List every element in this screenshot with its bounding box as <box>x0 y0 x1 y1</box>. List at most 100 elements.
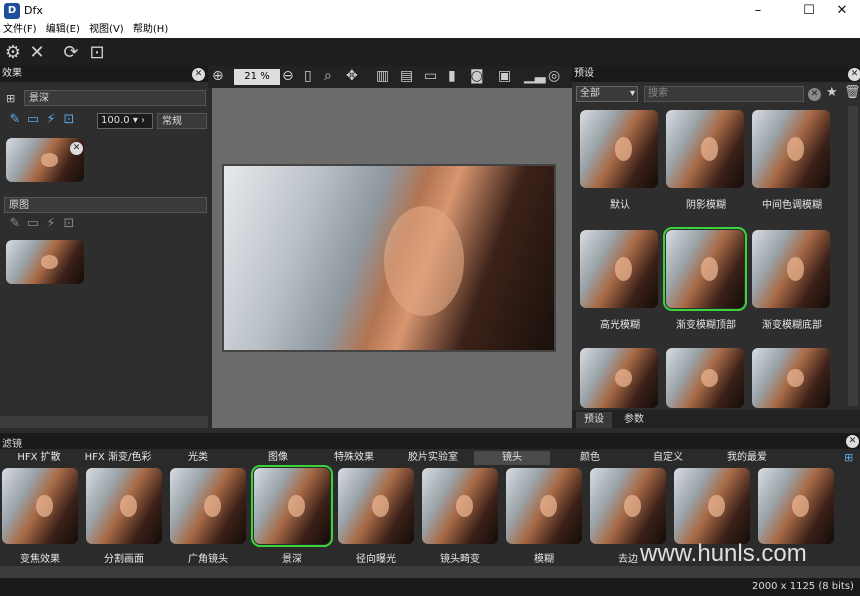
pan-icon[interactable]: ✥ <box>346 68 364 84</box>
preset-thumb[interactable] <box>666 348 744 408</box>
preset-thumb-selected[interactable] <box>663 227 747 311</box>
horizontal-split-icon[interactable]: ▭ <box>424 68 442 84</box>
minimize-button[interactable]: – <box>738 0 778 22</box>
fit-frame-icon[interactable]: ⊡ <box>86 42 108 64</box>
refresh-icon[interactable]: ⟳ <box>60 42 82 64</box>
amount-value: 100.0 <box>101 115 130 126</box>
remove-effect-icon[interactable]: ✕ <box>70 142 83 155</box>
split-view-icon[interactable]: ▥ <box>376 68 394 84</box>
filter-scrollbar[interactable] <box>0 566 860 578</box>
presets-scrollbar[interactable] <box>848 106 858 406</box>
edit-icon-2[interactable]: ✎ <box>6 216 24 232</box>
monitor-icon-2[interactable]: ▭ <box>24 216 42 232</box>
category-image[interactable]: 图像 <box>250 451 306 465</box>
preset-thumb[interactable] <box>580 230 658 308</box>
tab-presets[interactable]: 预设 <box>576 412 612 428</box>
monitor-icon[interactable]: ▭ <box>24 112 42 128</box>
close-x-icon[interactable]: ✕ <box>26 42 48 64</box>
filter-thumb-selected[interactable] <box>251 465 333 547</box>
fit-icon[interactable]: ▯ <box>304 68 322 84</box>
preset-thumb[interactable] <box>580 110 658 188</box>
face-shape <box>384 206 464 316</box>
filter-thumb[interactable] <box>590 468 666 544</box>
category-special[interactable]: 特殊效果 <box>326 451 382 465</box>
filter-thumb[interactable] <box>2 468 78 544</box>
filter-label: 模糊 <box>534 554 554 565</box>
category-film-lab[interactable]: 胶片实验室 <box>400 451 466 465</box>
close-effects-icon[interactable]: ✕ <box>192 68 205 81</box>
close-presets-icon[interactable]: ✕ <box>848 68 860 81</box>
preset-thumb[interactable] <box>666 110 744 188</box>
preset-label: 高光模糊 <box>600 320 640 331</box>
filter-thumb[interactable] <box>338 468 414 544</box>
status-bar: 2000 x 1125 (8 bits) <box>0 578 860 596</box>
favorite-star-icon[interactable]: ★ <box>826 85 838 100</box>
menu-edit[interactable]: 编辑(E) <box>43 22 83 38</box>
category-light[interactable]: 光类 <box>170 451 226 465</box>
presets-panel: 预设 ✕ 全部 ▾ 搜索 ✕ ★ 🗑 默认 阴影模糊 中间色调模糊 高光模糊 渐变… <box>572 66 860 428</box>
category-color[interactable]: 颜色 <box>562 451 618 465</box>
preset-search-input[interactable]: 搜索 <box>644 86 804 102</box>
effects-scrollbar[interactable] <box>0 416 208 428</box>
close-filters-icon[interactable]: ✕ <box>846 435 859 448</box>
original-thumbnail[interactable] <box>6 240 84 284</box>
filter-thumb[interactable] <box>422 468 498 544</box>
add-layer-icon[interactable]: ⊞ <box>6 92 22 106</box>
compare-icon[interactable]: ▤ <box>400 68 418 84</box>
zoom-level[interactable]: 21 % <box>234 69 280 85</box>
preset-filter-value: 全部 <box>580 88 600 99</box>
menu-view[interactable]: 视图(V) <box>86 22 127 38</box>
image-size-status: 2000 x 1125 (8 bits) <box>752 581 854 592</box>
menu-help[interactable]: 帮助(H) <box>130 22 171 38</box>
category-custom[interactable]: 自定义 <box>638 451 698 465</box>
single-view-icon[interactable]: ▮ <box>448 68 466 84</box>
gear-icon[interactable]: ⚙ <box>2 42 24 64</box>
grid-view-icon[interactable]: ⊞ <box>844 451 853 464</box>
preset-thumb[interactable] <box>752 230 830 308</box>
effects-title: 效果 <box>2 68 22 79</box>
zoom-out-icon[interactable]: ⊖ <box>282 68 300 84</box>
main-image[interactable] <box>222 164 556 352</box>
chevron-down-icon: ▾ <box>629 88 635 99</box>
filter-thumb[interactable] <box>86 468 162 544</box>
filters-header: 滤镜 ✕ <box>0 433 860 450</box>
filter-thumb[interactable] <box>506 468 582 544</box>
lightning-icon[interactable]: ⚡ <box>42 112 60 128</box>
preset-thumb[interactable] <box>752 348 830 408</box>
loupe-icon[interactable]: ◎ <box>548 68 566 84</box>
image-icon[interactable]: ▣ <box>498 68 516 84</box>
category-lens-selected[interactable]: 镜头 <box>474 451 550 465</box>
menu-bar: 文件(F) 编辑(E) 视图(V) 帮助(H) <box>0 22 860 38</box>
filter-label: 景深 <box>282 554 302 565</box>
histogram-icon[interactable]: ▁▃ <box>524 68 546 84</box>
lightning-icon-2[interactable]: ⚡ <box>42 216 60 232</box>
camera-icon[interactable]: ◙ <box>470 68 488 84</box>
category-favorites[interactable]: 我的最爱 <box>712 451 782 465</box>
mask-icon-2[interactable]: ⊡ <box>60 216 78 232</box>
preset-filter-select[interactable]: 全部 ▾ <box>576 86 638 102</box>
category-hfx-gradient[interactable]: HFX 渐变/色彩 <box>82 451 154 465</box>
blend-mode-select[interactable]: 常规 <box>157 113 207 129</box>
layer-row[interactable]: 景深 <box>24 90 206 106</box>
category-hfx-diffuse[interactable]: HFX 扩散 <box>8 451 70 465</box>
mask-icon[interactable]: ⊡ <box>60 112 78 128</box>
delete-icon[interactable]: 🗑 <box>844 85 860 100</box>
filter-thumb[interactable] <box>758 468 834 544</box>
magnify-icon[interactable]: ⌕ <box>324 68 342 84</box>
close-window-button[interactable]: ✕ <box>822 0 860 22</box>
zoom-in-icon[interactable]: ⊕ <box>212 68 230 84</box>
tab-parameters[interactable]: 参数 <box>616 412 652 428</box>
amount-input[interactable]: 100.0 ▾ › <box>97 113 153 129</box>
menu-file[interactable]: 文件(F) <box>0 22 40 38</box>
edit-icon[interactable]: ✎ <box>6 112 24 128</box>
original-row[interactable]: 原图 <box>4 197 207 213</box>
preset-thumb[interactable] <box>752 110 830 188</box>
filter-thumb[interactable] <box>674 468 750 544</box>
filter-label: 广角镜头 <box>188 554 228 565</box>
preset-thumb[interactable] <box>580 348 658 408</box>
clear-search-icon[interactable]: ✕ <box>808 88 821 101</box>
filter-thumb[interactable] <box>170 468 246 544</box>
filter-label: 变焦效果 <box>20 554 60 565</box>
preset-label: 渐变模糊顶部 <box>676 320 736 331</box>
original-label: 原图 <box>9 200 29 211</box>
